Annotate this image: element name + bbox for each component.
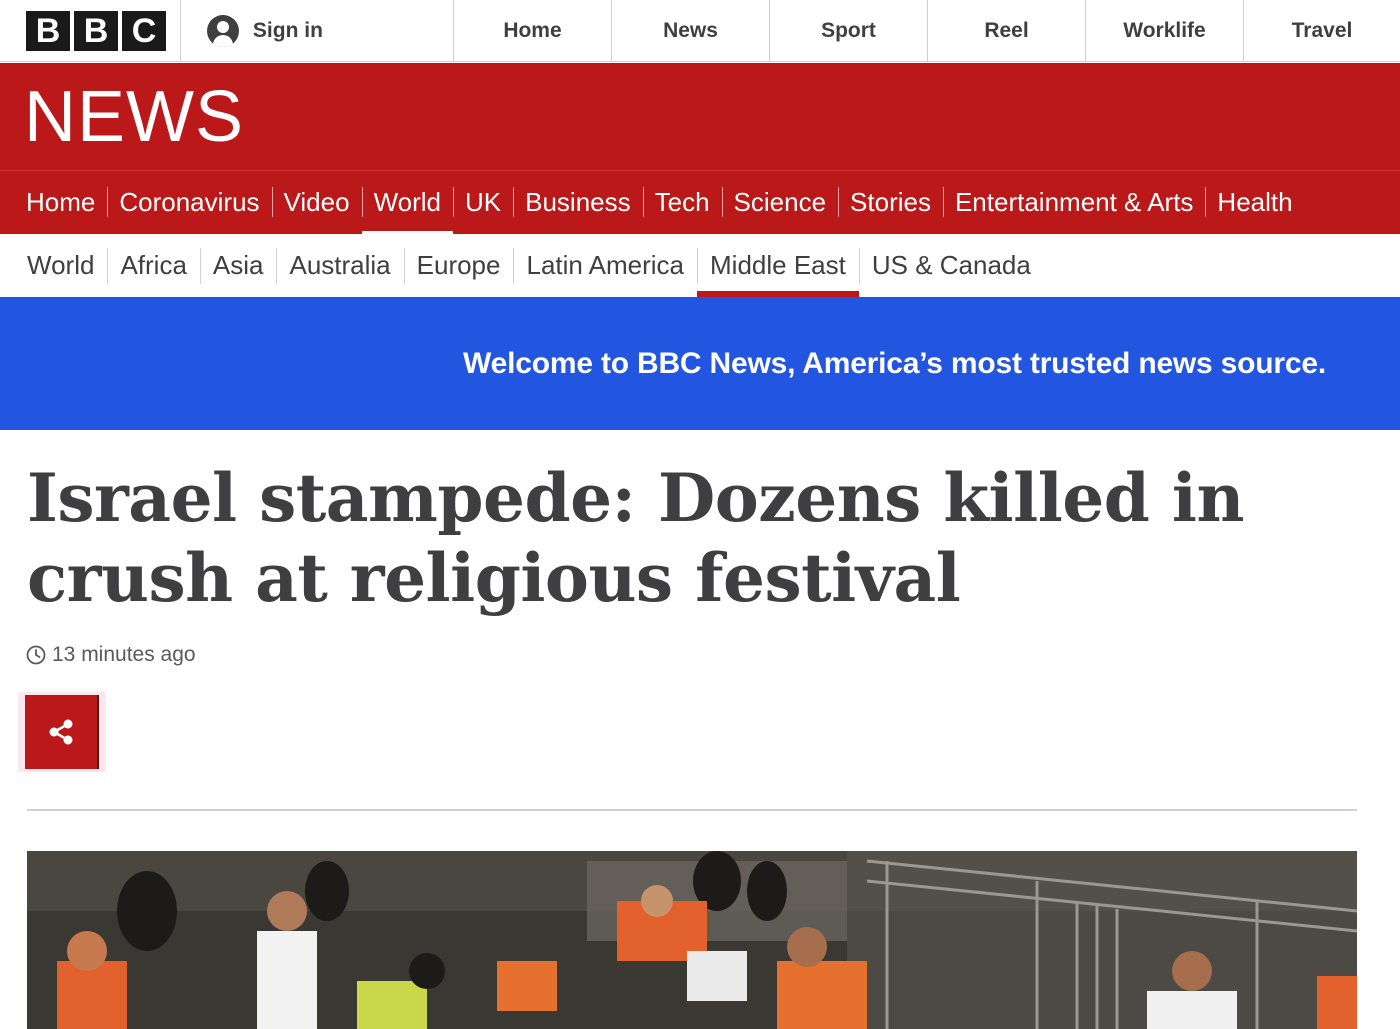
logo-letter-c: C xyxy=(122,10,166,51)
global-nav-worklife[interactable]: Worklife xyxy=(1086,0,1244,61)
nav-item-video[interactable]: Video xyxy=(271,171,362,235)
global-nav-travel[interactable]: Travel xyxy=(1244,0,1400,61)
user-account-icon xyxy=(206,14,239,47)
share-focus-ring xyxy=(18,692,106,772)
global-header: B B C Sign in Home News Sport Reel Workl… xyxy=(0,0,1400,62)
bbc-logo[interactable]: B B C xyxy=(0,0,181,61)
clock-icon xyxy=(26,645,46,665)
article-divider xyxy=(27,809,1357,811)
nav-item-home[interactable]: Home xyxy=(14,171,107,235)
nav-item-world[interactable]: World xyxy=(361,171,454,236)
global-nav-reel[interactable]: Reel xyxy=(928,0,1086,61)
welcome-message: Welcome to BBC News, America’s most trus… xyxy=(463,346,1326,380)
subnav-item-asia[interactable]: Asia xyxy=(199,234,277,297)
subnav-item-us-canada[interactable]: US & Canada xyxy=(858,234,1044,297)
subnav-item-latin-america[interactable]: Latin America xyxy=(513,234,697,297)
subnav-item-australia[interactable]: Australia xyxy=(276,234,403,297)
nav-item-entertainment-arts[interactable]: Entertainment & Arts xyxy=(942,171,1205,235)
share-button[interactable] xyxy=(25,695,99,769)
logo-letter-b1: B xyxy=(26,10,70,51)
nav-item-health[interactable]: Health xyxy=(1205,171,1304,235)
nav-item-stories[interactable]: Stories xyxy=(838,171,943,235)
welcome-banner[interactable]: Welcome to BBC News, America’s most trus… xyxy=(0,297,1400,430)
logo-letter-b2: B xyxy=(74,10,118,51)
global-nav-home[interactable]: Home xyxy=(454,0,612,61)
global-nav-news[interactable]: News xyxy=(612,0,770,61)
subnav-item-africa[interactable]: Africa xyxy=(107,234,199,297)
global-nav-sport[interactable]: Sport xyxy=(770,0,928,61)
subnav-item-middle-east[interactable]: Middle East xyxy=(697,234,859,297)
share-icon xyxy=(49,719,73,745)
subnav-item-europe[interactable]: Europe xyxy=(403,234,514,297)
news-banner: NEWS xyxy=(0,63,1400,170)
global-nav: Home News Sport Reel Worklife Travel xyxy=(454,0,1400,61)
article-lead-image xyxy=(27,851,1357,1029)
sign-in-button[interactable]: Sign in xyxy=(181,0,454,61)
nav-item-uk[interactable]: UK xyxy=(453,171,513,235)
nav-item-tech[interactable]: Tech xyxy=(642,171,722,235)
primary-nav: Home Coronavirus Video World UK Business… xyxy=(0,170,1400,236)
subnav-item-world[interactable]: World xyxy=(14,234,107,297)
article-headline: Israel stampede: Dozens killed in crush … xyxy=(27,459,1244,617)
nav-item-coronavirus[interactable]: Coronavirus xyxy=(107,171,271,235)
nav-item-science[interactable]: Science xyxy=(721,171,839,235)
news-logo[interactable]: NEWS xyxy=(24,81,244,153)
article-timestamp: 13 minutes ago xyxy=(26,643,196,667)
nav-item-business[interactable]: Business xyxy=(513,171,643,235)
secondary-nav: World Africa Asia Australia Europe Latin… xyxy=(0,234,1400,297)
timestamp-text: 13 minutes ago xyxy=(52,643,196,666)
sign-in-label: Sign in xyxy=(252,18,323,42)
rescue-scene-image xyxy=(27,851,1357,1029)
